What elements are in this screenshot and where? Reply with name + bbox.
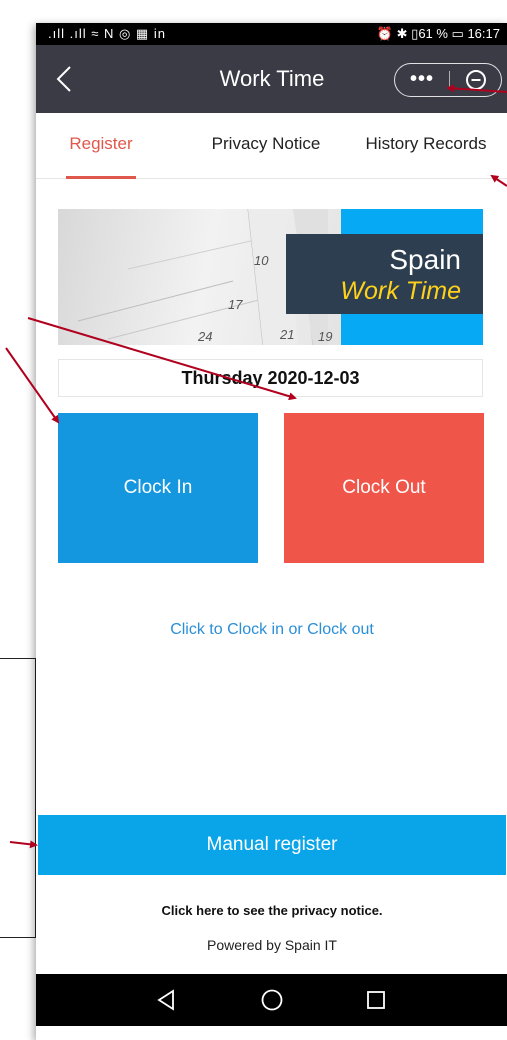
nav-recent-button[interactable] (336, 974, 416, 1026)
manual-register-button[interactable]: Manual register (38, 815, 506, 875)
mini-program-capsule: ••• (394, 63, 502, 97)
tab-bar: Register Privacy Notice History Records (36, 113, 507, 179)
calendar-number: 21 (280, 327, 295, 342)
clock-out-button[interactable]: Clock Out (284, 413, 484, 563)
calendar-number: 17 (228, 297, 243, 312)
more-dots-icon: ••• (409, 68, 434, 90)
tab-privacy-notice[interactable]: Privacy Notice (198, 113, 334, 178)
back-button[interactable] (44, 55, 84, 103)
close-button[interactable] (450, 64, 501, 95)
clock-in-button[interactable]: Clock In (58, 413, 258, 563)
privacy-notice-link[interactable]: Click here to see the privacy notice. (36, 903, 507, 918)
tab-register[interactable]: Register (50, 113, 152, 178)
banner-title-box: Spain Work Time (286, 234, 483, 314)
square-recent-icon (367, 991, 385, 1009)
tab-history-records[interactable]: History Records (352, 113, 500, 178)
more-button[interactable]: ••• (395, 64, 449, 95)
clock-hint-text: Click to Clock in or Clock out (170, 621, 374, 638)
chevron-left-icon (56, 66, 71, 92)
phone-screen: .ıll .ıll ≈ N ◎ ▦ in ⏰ ✱ ▯61 % ▭ 16:17 W… (36, 23, 507, 1040)
banner-title-line1: Spain (389, 244, 461, 275)
circle-minus-icon (465, 69, 486, 90)
date-label: Thursday 2020-12-03 (58, 359, 483, 397)
status-icons-left: .ıll .ıll ≈ N ◎ ▦ in (48, 26, 166, 41)
nav-home-button[interactable] (232, 974, 312, 1026)
triangle-back-icon (157, 989, 174, 1011)
system-nav-bar (36, 974, 507, 1026)
banner-title-line2: Work Time (340, 277, 461, 305)
annotation-callout-box (0, 658, 36, 938)
status-icons-right: ⏰ ✱ ▯61 % ▭ 16:17 (376, 26, 500, 41)
calendar-number: 19 (318, 329, 333, 344)
status-bar: .ıll .ıll ≈ N ◎ ▦ in ⏰ ✱ ▯61 % ▭ 16:17 (36, 23, 507, 45)
active-tab-indicator (66, 176, 136, 179)
powered-by-text: Powered by Spain IT (207, 937, 337, 953)
app-header: Work Time ••• (36, 45, 507, 113)
calendar-number: 10 (254, 253, 269, 268)
circle-home-icon (261, 989, 283, 1011)
calendar-number: 24 (198, 329, 213, 344)
banner-image: 7 10 14 17 21 24 19 Spain Work Time (58, 209, 483, 345)
nav-back-button[interactable] (126, 974, 206, 1026)
